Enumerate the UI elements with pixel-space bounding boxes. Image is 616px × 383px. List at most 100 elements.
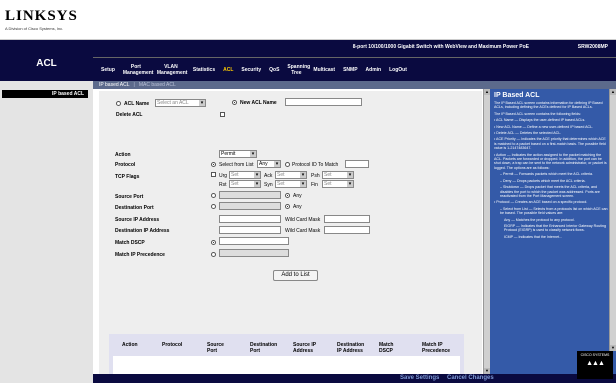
cisco-logo-text: CISCO SYSTEMS xyxy=(580,353,610,357)
nav-statistics[interactable]: Statistics xyxy=(189,67,219,73)
nav-logout[interactable]: LogOut xyxy=(385,67,411,73)
left-tab-ip-based-acl[interactable]: IP based ACL xyxy=(2,90,88,98)
flag-urg-select[interactable]: Set xyxy=(229,171,261,179)
nav-snmp[interactable]: SNMP xyxy=(339,67,361,73)
cancel-changes-link[interactable]: Cancel Changes xyxy=(447,375,494,381)
table-header-destination-port: Destination Port xyxy=(250,342,278,354)
protocol-label: Protocol xyxy=(115,162,136,168)
source-port-label: Source Port xyxy=(115,194,144,200)
dest-ip-label: Destination IP Address xyxy=(115,228,170,234)
acl-name-select[interactable]: Select an ACL xyxy=(155,99,206,107)
match-ip-precedence-radio[interactable] xyxy=(211,252,216,257)
nav-vlan-management[interactable]: VLAN Management xyxy=(153,64,189,76)
flag-rst-select[interactable]: Set xyxy=(229,180,261,188)
header-band: 8-port 10/100/1000 Gigabit Switch with W… xyxy=(93,40,616,81)
action-select[interactable]: Permit xyxy=(219,150,257,158)
help-paragraph: • Action — Indicates the action assigned… xyxy=(494,152,607,170)
help-paragraph: The IP Based ACL screen contains the fol… xyxy=(494,111,581,116)
source-port-input[interactable] xyxy=(219,191,281,199)
flag-ack-label: Ack xyxy=(264,173,273,179)
subnav-mac-based-acl[interactable]: MAC based ACL xyxy=(139,82,180,88)
acl-name-radio[interactable] xyxy=(116,101,121,106)
top-banner: LINKSYS A Division of Cisco Systems, Inc… xyxy=(0,0,616,40)
help-text: The IP Based ACL screen contains informa… xyxy=(494,101,608,365)
dest-port-input[interactable] xyxy=(219,202,281,210)
nav-admin[interactable]: Admin xyxy=(362,67,386,73)
model-number: SRW2008MP xyxy=(577,44,608,50)
dest-port-radio[interactable] xyxy=(211,204,216,209)
flag-psh-select[interactable]: Set xyxy=(322,171,354,179)
help-paragraph: – Permit — Forwards packets which meet t… xyxy=(500,172,593,177)
table-header-source-port: Source Port xyxy=(207,342,224,354)
source-port-radio[interactable] xyxy=(211,193,216,198)
flag-syn-label: Syn xyxy=(264,182,273,188)
cisco-logo: CISCO SYSTEMS ▲▲▲ xyxy=(577,351,613,379)
delete-acl-label: Delete ACL xyxy=(116,112,143,118)
protocol-list-select[interactable]: Any xyxy=(257,160,281,168)
main-scrollbar[interactable]: ▲ ▼ xyxy=(483,89,490,374)
flag-rst-label: Rst xyxy=(219,182,227,188)
table-header-source-ip: Source IP Address xyxy=(293,342,316,354)
dest-ip-input[interactable] xyxy=(219,226,281,234)
help-paragraph: – Select from List — Selects from a prot… xyxy=(500,206,608,216)
subnav-ip-based-acl[interactable]: IP based ACL xyxy=(99,82,134,88)
table-header-action: Action xyxy=(122,342,138,348)
dest-wildcard-input[interactable] xyxy=(324,226,370,234)
add-to-list-button[interactable]: Add to List xyxy=(273,270,318,281)
match-dscp-radio[interactable] xyxy=(211,240,216,245)
nav-setup[interactable]: Setup xyxy=(97,67,119,73)
new-acl-radio[interactable] xyxy=(232,100,237,105)
tcp-flags-label: TCP Flags xyxy=(115,174,140,180)
tcp-flags-checkbox[interactable] xyxy=(211,172,216,177)
left-column xyxy=(0,81,93,383)
nav-port-management[interactable]: Port Management xyxy=(119,64,154,76)
new-acl-name-input[interactable] xyxy=(285,98,362,106)
dest-port-any-radio[interactable] xyxy=(285,204,290,209)
section-title: ACL xyxy=(36,58,57,69)
source-port-any-radio[interactable] xyxy=(285,193,290,198)
help-paragraph: • ACL Name — Displays the user-defined I… xyxy=(494,118,586,123)
source-ip-input[interactable] xyxy=(219,215,281,223)
protocol-id-radio[interactable] xyxy=(285,162,290,167)
delete-acl-checkbox[interactable] xyxy=(220,112,225,117)
main-nav: Setup Port Management VLAN Management St… xyxy=(93,58,616,81)
table-header-match-ip-precedence: Match IP Precedence xyxy=(422,342,451,354)
section-band: ACL xyxy=(0,40,93,81)
linksys-logo: LINKSYS xyxy=(5,8,78,24)
help-paragraph: Any — Matches the protocol to any protoc… xyxy=(504,217,575,222)
help-paragraph: • Delete ACL — Deletes the selected ACL. xyxy=(494,131,562,136)
product-name: 8-port 10/100/1000 Gigabit Switch with W… xyxy=(352,44,529,50)
action-label: Action xyxy=(115,152,131,158)
protocol-list-label: Select from List xyxy=(219,162,254,168)
table-header-match-dscp: Match DSCP xyxy=(379,342,394,354)
help-scroll-up-icon[interactable]: ▲ xyxy=(610,89,616,95)
nav-qos[interactable]: QoS xyxy=(265,67,283,73)
flag-syn-select[interactable]: Set xyxy=(275,180,307,188)
nav-acl[interactable]: ACL xyxy=(219,67,237,73)
flag-fin-label: Fin xyxy=(311,182,318,188)
protocol-list-radio[interactable] xyxy=(211,162,216,167)
flag-ack-select[interactable]: Set xyxy=(275,171,307,179)
protocol-id-input[interactable] xyxy=(345,160,369,168)
help-paragraph: – Deny — Drops packets which meet the AC… xyxy=(500,178,586,183)
nav-spanning-tree[interactable]: Spanning Tree xyxy=(283,64,310,76)
save-settings-link[interactable]: Save Settings xyxy=(400,375,439,381)
match-ip-precedence-input[interactable] xyxy=(219,249,289,257)
source-port-any-label: Any xyxy=(293,193,302,199)
logo-subtitle: A Division of Cisco Systems, Inc. xyxy=(5,26,64,31)
nav-security[interactable]: Security xyxy=(237,67,265,73)
help-paragraph: • ACE Priority — Indicates the ACE prior… xyxy=(494,137,606,151)
table-header-destination-ip: Destination IP Address xyxy=(337,342,365,354)
match-dscp-input[interactable] xyxy=(219,237,289,245)
help-paragraph: – Shutdown — Drops packet that meets the… xyxy=(500,185,600,198)
help-scrollbar[interactable]: ▲ ▼ xyxy=(609,89,616,351)
source-wildcard-label: Wild Card Mask xyxy=(285,217,321,223)
flag-psh-label: Psh xyxy=(311,173,320,179)
flag-fin-select[interactable]: Set xyxy=(322,180,354,188)
help-paragraph: • New ACL Name — Define a new user-defin… xyxy=(494,124,594,129)
match-ip-precedence-label: Match IP Precedence xyxy=(115,252,165,258)
dest-wildcard-label: Wild Card Mask xyxy=(285,228,321,234)
nav-multicast[interactable]: Multicast xyxy=(309,67,339,73)
footer-bar: Save Settings Cancel Changes xyxy=(93,374,616,383)
source-wildcard-input[interactable] xyxy=(324,215,370,223)
